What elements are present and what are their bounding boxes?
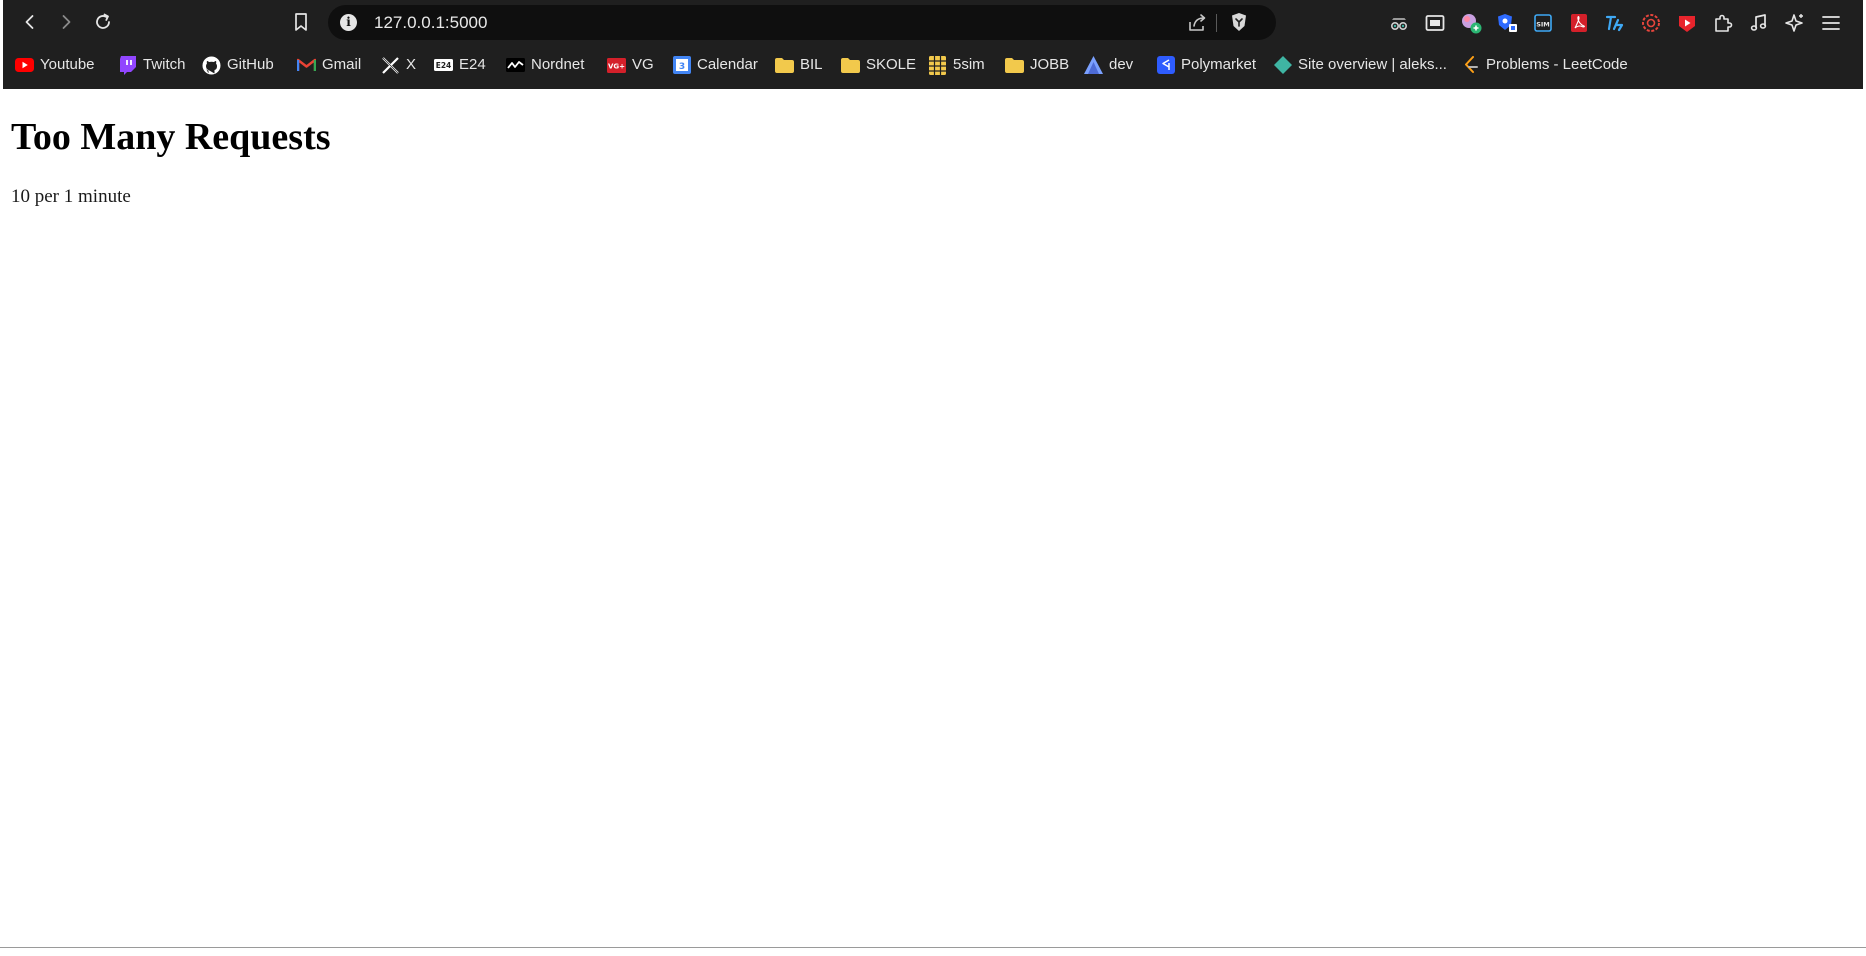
reload-icon[interactable] — [89, 8, 117, 36]
music-note-icon[interactable] — [1746, 10, 1772, 36]
bookmark-gmail[interactable]: Gmail — [297, 50, 361, 80]
bookmark-label: 5sim — [953, 56, 985, 73]
pdf-icon[interactable] — [1566, 10, 1592, 36]
bottom-divider — [0, 947, 1866, 948]
site-info-icon[interactable]: i — [340, 14, 357, 31]
bookmark-label: Problems - LeetCode — [1486, 56, 1628, 73]
browser-chrome: i 127.0.0.1:5000 SIM Youtube Twitch GitH… — [3, 0, 1863, 89]
rate-limit-message: 10 per 1 minute — [11, 186, 131, 207]
svg-text:SIM: SIM — [1536, 21, 1550, 29]
bookmark-calendar[interactable]: 3 Calendar — [672, 50, 758, 80]
folder-icon — [775, 56, 794, 75]
bookmark-youtube[interactable]: Youtube — [15, 50, 95, 80]
bookmark-dev[interactable]: dev — [1084, 50, 1133, 80]
sparkle-icon[interactable] — [1782, 10, 1808, 36]
bookmark-label: E24 — [459, 56, 486, 73]
bookmark-x[interactable]: X — [381, 50, 416, 80]
bookmark-label: Youtube — [40, 56, 95, 73]
bookmark-label: Nordnet — [531, 56, 585, 73]
folder-icon — [841, 56, 860, 75]
youtube-icon — [15, 56, 34, 75]
grid-icon — [928, 55, 947, 75]
vg-icon: VG+ — [607, 56, 626, 75]
bookmark-e24[interactable]: E24 E24 — [434, 50, 486, 80]
bookmark-site-overview[interactable]: Site overview | aleks... — [1273, 50, 1447, 80]
page-content: Too Many Requests 10 per 1 minute — [0, 89, 1866, 949]
picture-in-picture-icon[interactable] — [1422, 10, 1448, 36]
bookmark-label: BIL — [800, 56, 823, 73]
e24-icon: E24 — [434, 56, 453, 75]
bookmark-label: JOBB — [1030, 56, 1070, 73]
bookmark-github[interactable]: GitHub — [202, 50, 274, 80]
svg-text:3: 3 — [678, 62, 684, 72]
brave-shield-icon[interactable] — [1228, 11, 1250, 33]
bookmark-5sim[interactable]: 5sim — [928, 50, 985, 80]
calendar-icon: 3 — [672, 56, 691, 75]
forward-arrow-icon[interactable] — [52, 8, 80, 36]
address-divider — [1216, 14, 1217, 32]
share-icon[interactable] — [1186, 12, 1208, 34]
address-bar[interactable]: i 127.0.0.1:5000 — [328, 5, 1276, 40]
video-play-icon[interactable] — [1674, 10, 1700, 36]
shield-extension-icon[interactable] — [1494, 10, 1520, 36]
dev-icon — [1084, 56, 1103, 75]
puzzle-icon[interactable] — [1710, 10, 1736, 36]
sim-icon[interactable]: SIM — [1530, 10, 1556, 36]
leetcode-icon — [1461, 55, 1480, 75]
bookmark-vg[interactable]: VG+ VG — [607, 50, 654, 80]
bookmark-twitch[interactable]: Twitch — [118, 50, 186, 80]
folder-icon — [1005, 56, 1024, 75]
bookmark-leetcode[interactable]: Problems - LeetCode — [1461, 50, 1628, 80]
bookmark-label: dev — [1109, 56, 1134, 73]
nordnet-icon — [506, 56, 525, 75]
bookmark-folder-skole[interactable]: SKOLE — [841, 50, 916, 80]
menu-icon[interactable] — [1818, 10, 1844, 36]
bookmarks-bar: Youtube Twitch GitHub Gmail X E24 E24 No… — [3, 50, 1863, 80]
bookmark-label: X — [406, 56, 417, 73]
github-icon — [202, 56, 221, 75]
page-title: Too Many Requests — [11, 116, 331, 158]
x-icon — [381, 56, 400, 75]
bookmark-polymarket[interactable]: Polymarket — [1156, 50, 1256, 80]
diamond-icon — [1273, 56, 1292, 75]
bookmark-folder-bil[interactable]: BIL — [775, 50, 823, 80]
bookmark-folder-jobb[interactable]: JOBB — [1005, 50, 1069, 80]
bookmark-label: SKOLE — [866, 56, 917, 73]
translate-icon[interactable] — [1602, 10, 1628, 36]
bookmark-icon[interactable] — [287, 8, 315, 36]
address-url[interactable]: 127.0.0.1:5000 — [374, 14, 487, 32]
bookmark-nordnet[interactable]: Nordnet — [506, 50, 584, 80]
color-picker-icon[interactable] — [1458, 10, 1484, 36]
bookmark-label: Site overview | aleks... — [1298, 56, 1447, 73]
twitch-icon — [118, 55, 137, 75]
gmail-icon — [297, 56, 316, 75]
bookmark-label: Calendar — [697, 56, 758, 73]
bookmark-label: VG — [632, 56, 654, 73]
back-arrow-icon[interactable] — [16, 8, 44, 36]
bookmark-label: Twitch — [143, 56, 186, 73]
svg-text:VG+: VG+ — [608, 62, 625, 70]
bookmark-label: Polymarket — [1181, 56, 1257, 73]
polymarket-icon — [1156, 56, 1175, 75]
browser-window: i 127.0.0.1:5000 SIM Youtube Twitch GitH… — [0, 0, 1866, 956]
incognito-glasses-icon[interactable] — [1386, 10, 1412, 36]
bookmark-label: Gmail — [322, 56, 362, 73]
svg-text:E24: E24 — [436, 61, 452, 70]
browser-toolbar: i 127.0.0.1:5000 SIM — [3, 0, 1863, 44]
bookmark-label: GitHub — [227, 56, 274, 73]
target-icon[interactable] — [1638, 10, 1664, 36]
